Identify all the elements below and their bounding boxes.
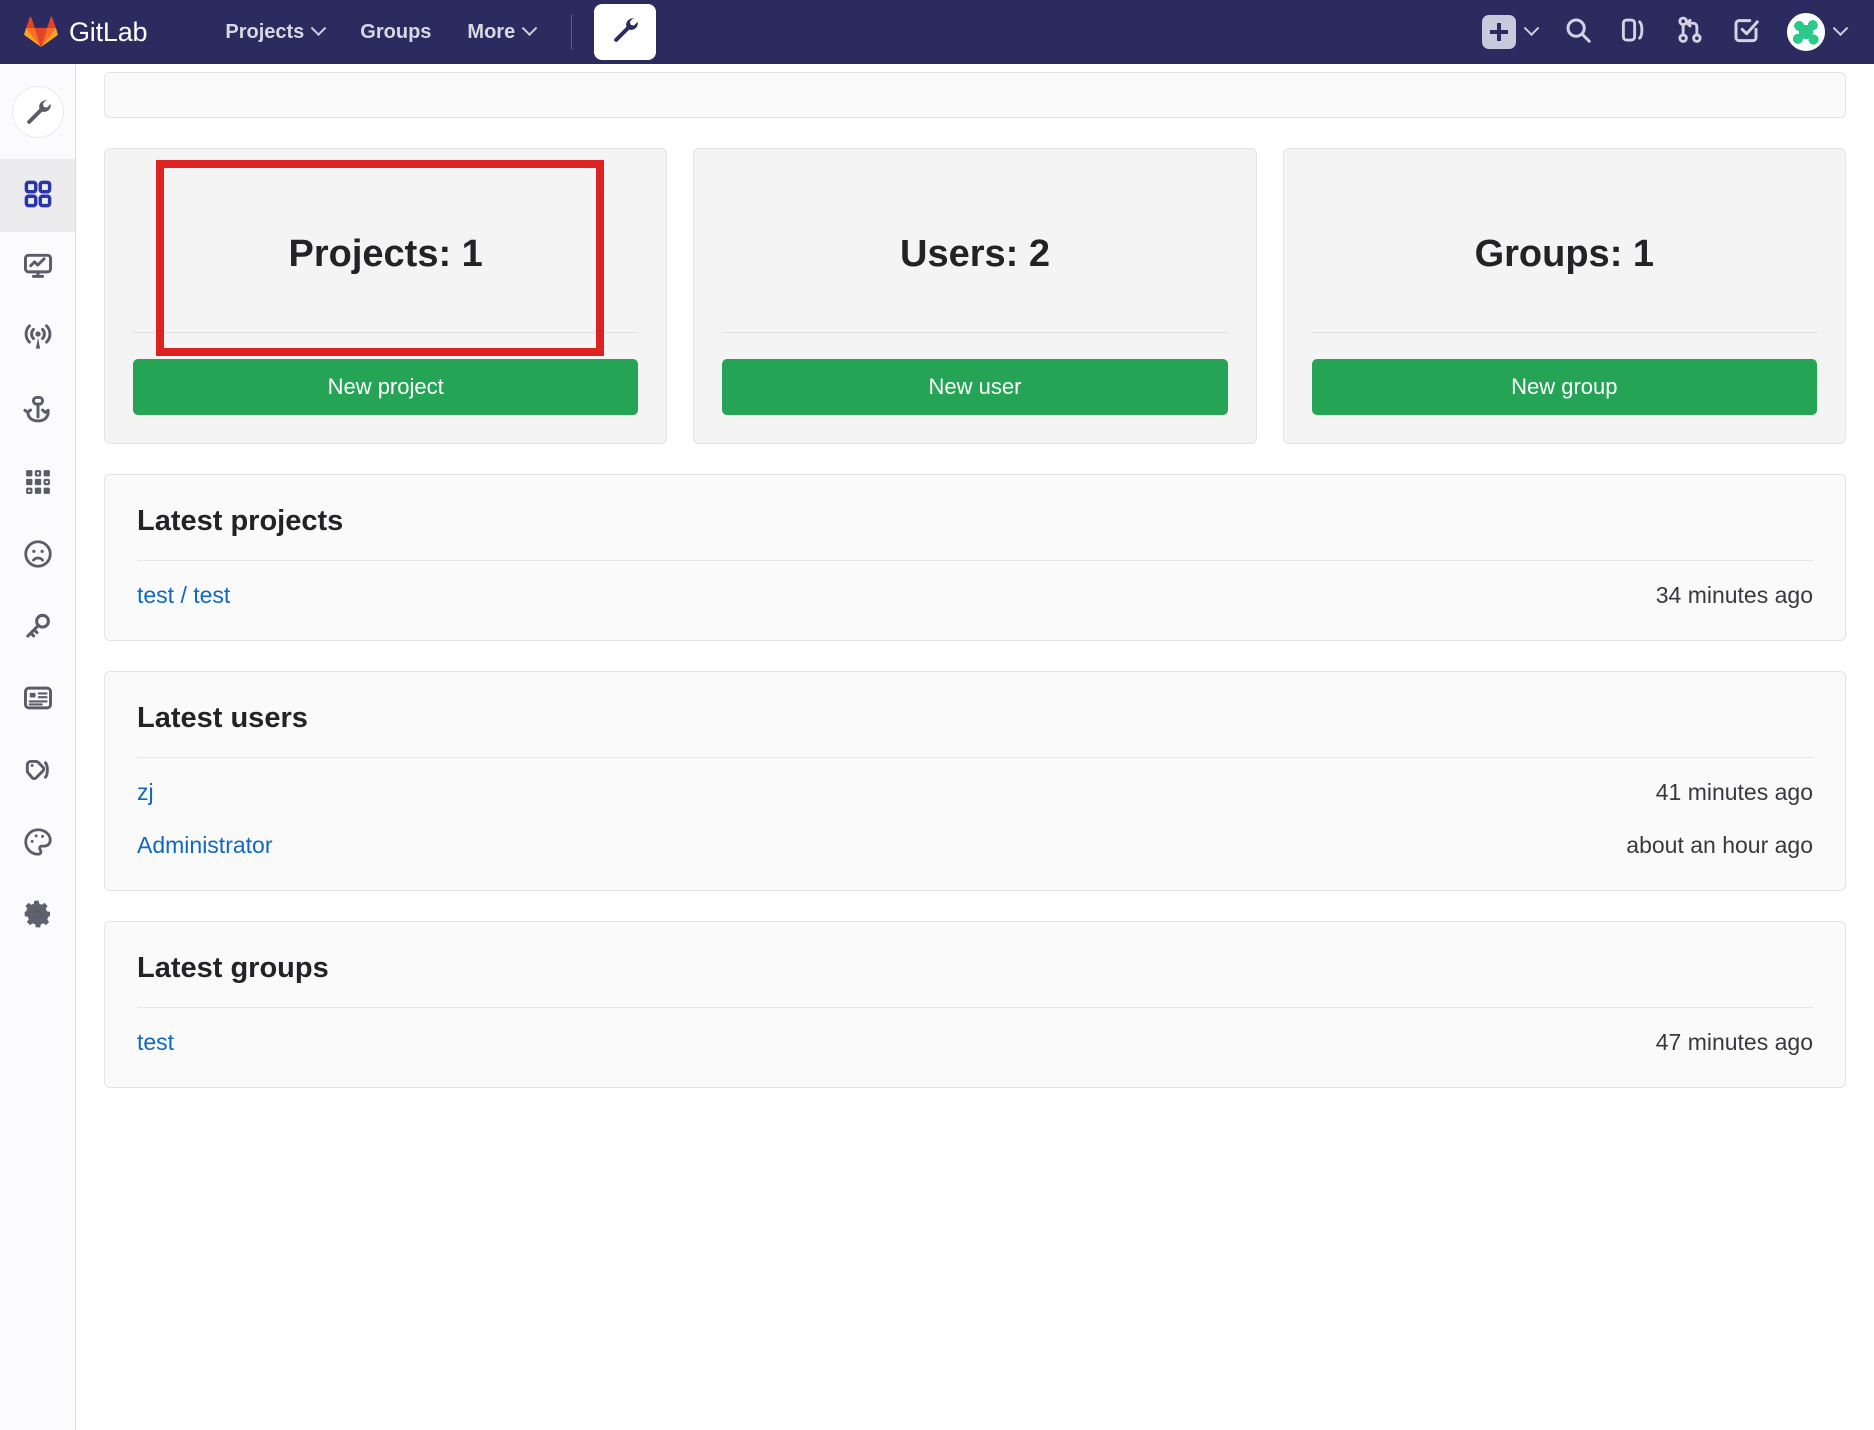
chevron-down-icon <box>1832 19 1849 36</box>
chevron-down-icon <box>311 19 327 36</box>
label-tag-icon <box>22 754 54 791</box>
group-link[interactable]: test <box>137 1029 174 1056</box>
project-timestamp: 34 minutes ago <box>1655 582 1813 608</box>
sidebar-item-abuse-reports[interactable] <box>0 520 75 592</box>
card-divider <box>722 332 1228 333</box>
list-item[interactable]: Administrator about an hour ago <box>137 811 1813 864</box>
grid-dots-icon <box>23 467 53 502</box>
sidebar-item-overview[interactable] <box>0 160 75 232</box>
new-user-button[interactable]: New user <box>722 359 1228 415</box>
user-menu[interactable] <box>1787 13 1849 51</box>
key-icon <box>22 610 54 647</box>
top-navbar: GitLab Projects Groups More <box>0 0 1874 64</box>
project-link[interactable]: test / test <box>137 582 230 609</box>
chevron-down-icon <box>1523 19 1540 36</box>
top-partial-panel <box>104 72 1846 118</box>
sidebar-item-messages[interactable] <box>0 304 75 376</box>
wrench-icon <box>610 15 640 50</box>
projects-stat-card[interactable]: Projects: 1 New project <box>104 148 668 444</box>
merge-requests-button[interactable] <box>1675 15 1705 50</box>
nav-item-groups[interactable]: Groups <box>342 13 449 52</box>
user-timestamp: 41 minutes ago <box>1655 779 1813 805</box>
card-divider <box>1311 332 1817 333</box>
todos-checkbox-icon <box>1731 15 1761 50</box>
nav-item-more[interactable]: More <box>449 13 553 52</box>
sidebar-item-license[interactable] <box>0 664 75 736</box>
plus-icon <box>1482 15 1516 49</box>
sidebar-item-applications[interactable] <box>0 448 75 520</box>
users-stat-card[interactable]: Users: 2 New user <box>693 148 1257 444</box>
issues-icon <box>1619 15 1649 50</box>
todos-button[interactable] <box>1731 15 1761 50</box>
brand-name: GitLab <box>69 16 148 47</box>
latest-projects-title: Latest projects <box>137 505 344 537</box>
palette-icon <box>22 826 54 863</box>
navbar-actions <box>1482 13 1849 51</box>
sidebar-item-system-hooks[interactable] <box>0 376 75 448</box>
search-icon <box>1563 15 1593 50</box>
sidebar-item-labels[interactable] <box>0 736 75 808</box>
user-link[interactable]: Administrator <box>137 832 272 859</box>
latest-groups-panel: Latest groups test 47 minutes ago <box>104 921 1846 1088</box>
projects-count-label: Projects: 1 <box>288 233 483 275</box>
main-content: Projects: 1 New project Users: 2 New use… <box>76 64 1874 1430</box>
monitor-chart-icon <box>22 250 54 287</box>
sidebar-item-monitoring[interactable] <box>0 232 75 304</box>
list-item[interactable]: test / test 34 minutes ago <box>137 561 1813 614</box>
nav-item-groups-label: Groups <box>360 20 432 43</box>
search-button[interactable] <box>1563 15 1593 50</box>
user-link[interactable]: zj <box>137 779 154 806</box>
chevron-down-icon <box>521 19 538 36</box>
sidebar-header[interactable] <box>0 64 75 160</box>
admin-sidebar <box>0 64 76 1430</box>
broadcast-signal-icon <box>22 322 54 359</box>
gear-icon <box>22 898 54 935</box>
list-item[interactable]: test 47 minutes ago <box>137 1008 1813 1061</box>
sidebar-item-deploy-keys[interactable] <box>0 592 75 664</box>
sidebar-item-settings[interactable] <box>0 880 75 952</box>
avatar <box>1787 13 1825 51</box>
grid-squares-icon <box>22 178 54 215</box>
card-divider <box>133 332 639 333</box>
latest-users-panel: Latest users zj 41 minutes ago Administr… <box>104 671 1846 891</box>
groups-count-label: Groups: 1 <box>1474 233 1655 275</box>
primary-nav: Projects Groups More <box>207 13 553 52</box>
nav-item-projects-label: Projects <box>225 20 305 43</box>
nav-item-projects[interactable]: Projects <box>207 13 342 52</box>
list-item[interactable]: zj 41 minutes ago <box>137 758 1813 811</box>
user-timestamp: about an hour ago <box>1626 832 1813 858</box>
anchor-icon <box>22 394 54 431</box>
id-card-icon <box>22 682 54 719</box>
statistics-cards: Projects: 1 New project Users: 2 New use… <box>104 148 1846 444</box>
groups-stat-card[interactable]: Groups: 1 New group <box>1282 148 1846 444</box>
new-project-button[interactable]: New project <box>133 359 639 415</box>
latest-groups-title: Latest groups <box>137 952 329 984</box>
group-timestamp: 47 minutes ago <box>1655 1029 1813 1055</box>
new-item-dropdown[interactable] <box>1482 15 1540 49</box>
issues-button[interactable] <box>1619 15 1649 50</box>
gitlab-brand[interactable]: GitLab <box>24 16 148 48</box>
latest-users-title: Latest users <box>137 702 308 734</box>
nav-divider <box>571 14 573 50</box>
new-group-button[interactable]: New group <box>1311 359 1817 415</box>
users-count-label: Users: 2 <box>900 233 1050 275</box>
wrench-icon <box>11 85 64 138</box>
sad-face-icon <box>22 538 54 575</box>
gitlab-tanuki-logo-icon <box>24 16 58 48</box>
sidebar-item-appearance[interactable] <box>0 808 75 880</box>
latest-projects-panel: Latest projects test / test 34 minutes a… <box>104 474 1846 641</box>
admin-area-button[interactable] <box>594 4 657 60</box>
nav-item-more-label: More <box>467 20 516 43</box>
merge-requests-icon <box>1675 15 1705 50</box>
